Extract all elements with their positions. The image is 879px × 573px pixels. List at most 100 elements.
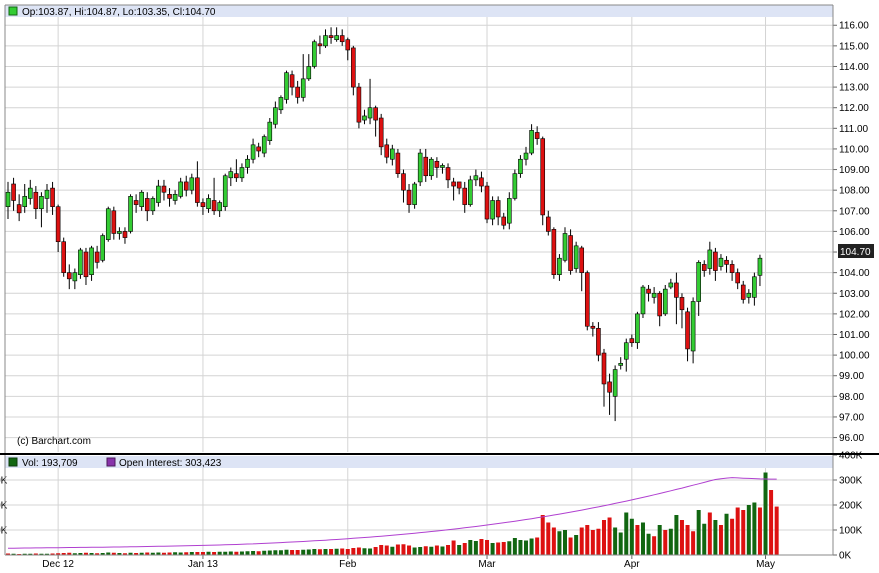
volume-bar: [462, 543, 467, 555]
volume-bar: [451, 540, 456, 555]
volume-bar: [540, 515, 545, 555]
price-tick-label: 103.00: [839, 289, 870, 300]
volume-bar: [746, 505, 751, 555]
candle-body: [529, 130, 534, 154]
candle-body: [662, 288, 668, 315]
volume-bar: [613, 527, 618, 555]
volume-bar: [295, 550, 300, 555]
price-tick-label: 110.00: [839, 144, 869, 155]
volume-bar: [568, 537, 573, 555]
candle-body: [367, 107, 373, 119]
open-interest-readout: Open Interest: 303,423: [119, 458, 222, 469]
candle-body: [545, 216, 551, 232]
candle-body: [579, 247, 585, 273]
candle-body: [334, 35, 339, 40]
volume-bar: [440, 546, 445, 555]
price-tick-label: 115.00: [839, 41, 869, 52]
volume-bars: [6, 472, 779, 555]
left-volume-tick-label: 100K: [0, 526, 8, 537]
candle-body: [217, 202, 222, 212]
volume-bar: [418, 547, 423, 555]
volume-legend-swatch: [8, 457, 18, 467]
candle-body: [94, 251, 100, 263]
price-tick-label: 107.00: [839, 206, 870, 217]
volume-bar: [312, 549, 317, 555]
price-tick-label: 104.00: [839, 268, 870, 279]
candle-body: [473, 175, 479, 181]
price-tick-label: 113.00: [839, 83, 869, 94]
candle-body: [685, 311, 690, 350]
candle-body: [172, 193, 178, 201]
ohlc-readout: Op:103.87, Hi:104.87, Lo:103.35, Cl:104.…: [22, 7, 216, 18]
volume-bar: [401, 544, 406, 555]
candle-body: [651, 292, 657, 298]
candle-body: [412, 183, 417, 205]
candle-body: [495, 200, 501, 218]
price-tick-label: 99.00: [839, 371, 864, 382]
candle-body: [618, 363, 624, 366]
candle-body: [707, 249, 713, 269]
candle-body: [284, 72, 289, 100]
candle-body: [256, 146, 261, 152]
candle-body: [245, 158, 250, 168]
volume-bar: [245, 551, 250, 555]
candle-body: [356, 86, 362, 123]
volume-bar: [329, 549, 334, 555]
volume-bar: [340, 548, 345, 555]
x-axis-label: Jan 13: [188, 559, 218, 570]
candle-body: [590, 325, 596, 329]
candle-body: [261, 136, 267, 154]
volume-tick-label: 100K: [839, 526, 863, 537]
volume-bar: [512, 538, 517, 555]
price-tick-label: 114.00: [839, 62, 869, 73]
left-axis-tick-labels: 100K 200K 300K: [0, 476, 8, 537]
candle-body: [156, 185, 161, 203]
candle-body: [39, 196, 44, 210]
candle-body: [328, 35, 334, 38]
candle-body: [713, 251, 718, 271]
candle-body: [440, 165, 445, 168]
candle-body: [105, 208, 111, 240]
candle-body: [189, 177, 195, 191]
volume-bar: [757, 507, 762, 555]
candle-body: [72, 272, 78, 282]
volume-bar: [524, 540, 529, 555]
candle-body: [724, 259, 729, 265]
volume-bar: [368, 548, 373, 555]
candle-body: [362, 115, 367, 121]
volume-bar: [284, 549, 289, 555]
volume-bar: [763, 472, 768, 555]
price-tick-label: 98.00: [839, 392, 864, 403]
candle-body: [434, 161, 440, 168]
volume-bar: [301, 549, 306, 555]
candlestick-series: [5, 27, 763, 422]
candle-body: [200, 202, 206, 207]
volume-bar: [267, 550, 272, 555]
x-axis-label: Dec 12: [42, 559, 74, 570]
volume-readout: Vol: 193,709: [22, 458, 78, 469]
volume-bar: [546, 522, 551, 555]
price-tick-label: 101.00: [839, 330, 870, 341]
volume-bar: [228, 551, 233, 555]
candle-body: [339, 35, 345, 43]
candle-body: [445, 167, 451, 181]
volume-bar: [769, 490, 774, 555]
candle-body: [518, 158, 523, 174]
candle-body: [506, 198, 512, 224]
volume-bar: [273, 550, 278, 555]
volume-bar: [624, 512, 629, 555]
candle-body: [584, 272, 590, 327]
candle-body: [635, 313, 640, 344]
candle-body: [523, 152, 529, 160]
candle-body: [596, 328, 601, 356]
volume-bar: [379, 545, 384, 555]
candle-body: [167, 193, 172, 199]
candle-body: [239, 167, 245, 179]
volume-bar: [685, 525, 690, 555]
candle-body: [150, 198, 156, 212]
candle-body: [640, 286, 646, 315]
candle-body: [740, 284, 746, 300]
volume-tick-label: 200K: [839, 501, 863, 512]
candle-body: [300, 78, 306, 98]
candle-body: [395, 152, 401, 174]
